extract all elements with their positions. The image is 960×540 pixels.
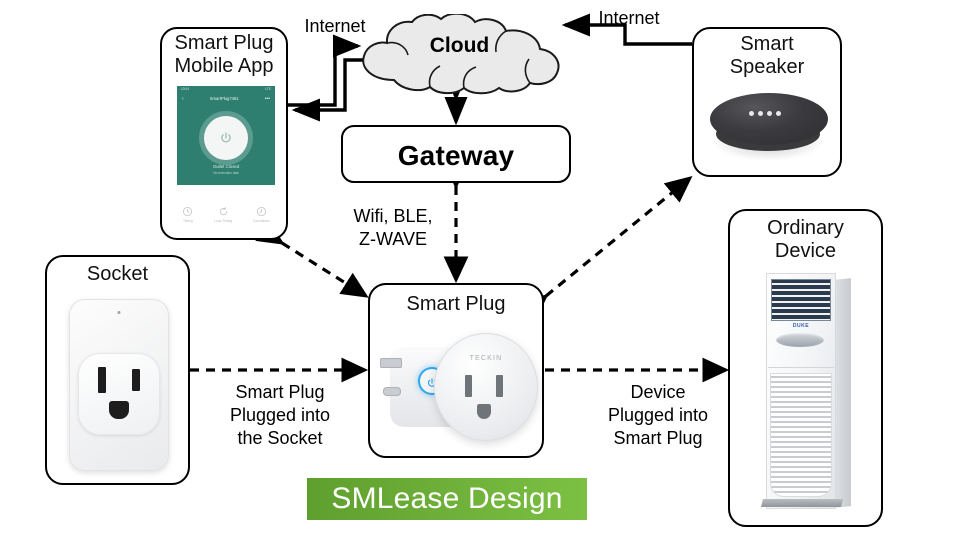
- plug-prong-lower: [383, 387, 401, 396]
- ac-top-vent-grille: [771, 279, 831, 321]
- smart-speaker-image: [706, 87, 832, 165]
- ac-brand-label: DUKE: [792, 323, 810, 329]
- edge-speaker-plug: [519, 175, 693, 321]
- more-options-icon[interactable]: •••: [265, 96, 270, 102]
- app-outlet-state: Outlet Closed: [212, 164, 240, 169]
- socket-image: [69, 299, 169, 471]
- socket-node[interactable]: Socket: [45, 255, 190, 485]
- mobile-app-title: Smart Plug Mobile App: [162, 32, 286, 78]
- edge-label-internet-left: Internet: [304, 16, 366, 36]
- ordinary-device-title: Ordinary Device: [730, 217, 881, 263]
- smart-plug-title: Smart Plug: [406, 293, 506, 315]
- smart-plug-image: TECKIN: [380, 329, 538, 451]
- mobile-app-title-line2: Mobile App: [174, 55, 274, 77]
- clock-icon: [183, 206, 193, 217]
- cloud-label: Cloud: [429, 34, 490, 57]
- app-power-button[interactable]: [204, 116, 248, 160]
- edge-label-protocols: Wifi, BLE, Z-WAVE: [338, 205, 448, 251]
- smart-speaker-title: Smart Speaker: [694, 33, 840, 79]
- ordinary-device-title-line1: Ordinary: [767, 217, 844, 239]
- status-signal: LTE: [265, 87, 271, 91]
- device-link-line2: Plugged into: [607, 405, 709, 425]
- device-link-line3: Smart Plug: [613, 428, 703, 448]
- plug-outlet-face: TECKIN: [434, 333, 538, 441]
- app-nav-bar: ‹ SmartPlug7461 •••: [177, 93, 275, 104]
- speaker-top: [710, 93, 828, 145]
- smart-speaker-node[interactable]: Smart Speaker: [692, 27, 842, 177]
- socket-slot-right: [132, 369, 140, 391]
- ac-lower-louvers: [770, 373, 832, 497]
- ac-side-panel: [834, 278, 851, 508]
- app-tab-timing[interactable]: Timing: [182, 206, 193, 223]
- app-tab-countdown[interactable]: Countdown: [253, 206, 270, 223]
- smart-plug-mobile-app-node[interactable]: Smart Plug Mobile App 10:04 LTE ‹ SmartP…: [160, 27, 288, 240]
- plug-prong-upper: [380, 358, 402, 368]
- smart-plug-node[interactable]: Smart Plug TECKIN: [368, 283, 544, 458]
- ordinary-device-node[interactable]: Ordinary Device DUKE: [728, 209, 883, 527]
- socket-title: Socket: [86, 263, 149, 285]
- socket-link-line1: Smart Plug: [235, 382, 325, 402]
- refresh-icon: [219, 206, 227, 216]
- socket-slot-left: [98, 367, 106, 393]
- socket-ground-hole: [109, 401, 129, 419]
- app-tab-label: Loop Timing: [214, 219, 233, 223]
- plug-ground-hole: [477, 404, 491, 419]
- gateway-node[interactable]: Gateway: [341, 125, 571, 183]
- socket-indicator-icon: [117, 311, 121, 314]
- app-main-panel: 10:04 LTE ‹ SmartPlug7461 ••• Outlet Clo…: [177, 86, 275, 185]
- ac-panel-seam: [768, 367, 834, 368]
- device-link-line1: Device: [630, 382, 686, 402]
- phone-screen[interactable]: 10:04 LTE ‹ SmartPlug7461 ••• Outlet Clo…: [172, 81, 280, 231]
- plug-slot-right: [496, 375, 503, 397]
- socket-outlet-face: [78, 353, 160, 435]
- brand-text: SMLease Design: [331, 482, 563, 515]
- back-chevron-icon[interactable]: ‹: [182, 96, 184, 102]
- countdown-icon: [256, 206, 266, 217]
- ac-display-badge: [776, 333, 824, 347]
- edge-label-internet-right: Internet: [598, 8, 660, 28]
- ordinary-device-title-line2: Device: [774, 240, 837, 262]
- protocols-line2: Z-WAVE: [359, 229, 427, 249]
- edge-label-socket-to-plug: Smart Plug Plugged into the Socket: [200, 381, 360, 450]
- plug-slot-left: [465, 375, 472, 397]
- air-conditioner-image: DUKE: [758, 273, 858, 513]
- mobile-app-title-line1: Smart Plug: [174, 32, 274, 54]
- app-device-name: SmartPlug7461: [209, 96, 239, 101]
- smart-speaker-title-line2: Speaker: [729, 56, 805, 78]
- edge-label-plug-to-device: Device Plugged into Smart Plug: [578, 381, 738, 450]
- app-tab-bar: Timing Loop Timing Countdown: [172, 206, 280, 223]
- status-time: 10:04: [181, 87, 189, 91]
- protocols-line1: Wifi, BLE,: [353, 206, 433, 226]
- diagram-canvas: Cloud Gateway Smart Plug Mobile App 10:0…: [0, 0, 960, 540]
- smart-speaker-title-line1: Smart: [740, 33, 794, 55]
- power-icon: [221, 132, 231, 143]
- ac-front-panel: DUKE: [766, 273, 836, 509]
- app-tab-loop-timing[interactable]: Loop Timing: [214, 206, 232, 223]
- ac-base-foot: [761, 499, 843, 507]
- app-tab-label: Countdown: [252, 219, 270, 223]
- gateway-label: Gateway: [397, 140, 515, 171]
- app-status-bar: 10:04 LTE: [177, 86, 275, 93]
- app-tab-label: Timing: [183, 219, 193, 223]
- brand-banner: SMLease Design: [307, 478, 587, 520]
- socket-link-line2: Plugged into: [229, 405, 331, 425]
- speaker-led-dots: [706, 111, 824, 116]
- app-task-state: No execution task: [213, 171, 239, 175]
- socket-link-line3: the Socket: [237, 428, 323, 448]
- plug-brand-label: TECKIN: [469, 355, 503, 362]
